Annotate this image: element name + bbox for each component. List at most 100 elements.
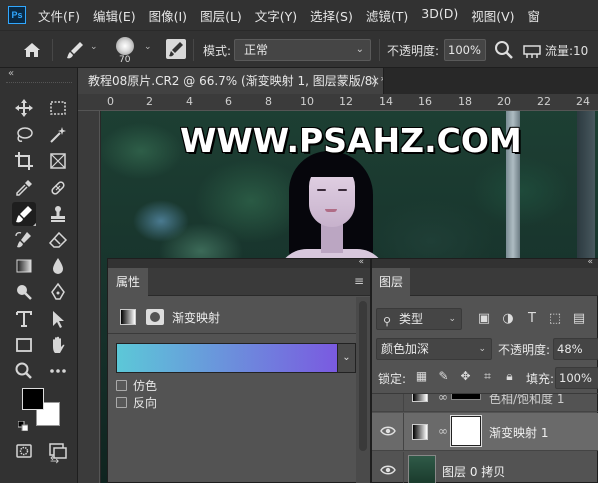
menu-layer[interactable]: 图层(L) — [200, 6, 242, 25]
scrollbar-thumb[interactable] — [359, 301, 367, 451]
pressure-opacity-icon[interactable] — [494, 40, 514, 60]
menu-view[interactable]: 视图(V) — [471, 6, 514, 25]
quick-mask-icon[interactable] — [12, 439, 36, 463]
lasso-tool-icon[interactable] — [12, 123, 36, 147]
layer-mask-thumbnail[interactable] — [451, 394, 481, 400]
history-brush-tool-icon[interactable] — [12, 228, 36, 252]
toolbar-grip[interactable] — [6, 82, 72, 86]
layer-visibility-cell[interactable] — [372, 452, 404, 483]
collapse-panel-icon[interactable]: « — [358, 257, 364, 267]
brush-tool-preset-icon[interactable] — [64, 40, 86, 60]
layer-blend-mode-value: 颜色加深 — [381, 342, 430, 356]
more-tools-icon[interactable] — [46, 359, 70, 383]
move-tool-icon[interactable] — [12, 96, 36, 120]
layer-name[interactable]: 图层 0 拷贝 — [442, 463, 505, 480]
default-colors-icon[interactable] — [17, 420, 29, 432]
properties-scrollbar[interactable] — [356, 297, 370, 483]
menu-3d[interactable]: 3D(D) — [421, 6, 458, 25]
fill-input[interactable]: 100% — [555, 367, 598, 389]
layer-row[interactable]: ∞ 色相/饱和度 1 — [372, 394, 598, 412]
layer-mask-icon[interactable] — [146, 309, 164, 325]
lock-image-icon[interactable]: ✎ — [436, 369, 451, 384]
menu-file[interactable]: 文件(F) — [38, 6, 80, 25]
gradient-picker[interactable] — [116, 343, 338, 373]
link-icon[interactable]: ∞ — [438, 394, 448, 404]
tab-layers[interactable]: 图层 — [372, 268, 410, 296]
panel-menu-icon[interactable]: ≡ — [354, 274, 364, 288]
layer-opacity-input[interactable]: 48% — [553, 338, 598, 360]
lock-transparent-icon[interactable]: ▦ — [414, 369, 429, 384]
brush-tool-icon[interactable] — [12, 202, 36, 226]
lock-all-icon[interactable]: 🔒︎ — [502, 369, 517, 384]
tab-properties[interactable]: 属性 — [108, 268, 148, 296]
eye-icon[interactable] — [380, 464, 396, 476]
menu-image[interactable]: 图像(I) — [149, 6, 187, 25]
layer-name[interactable]: 色相/饱和度 1 — [489, 394, 565, 407]
layer-blend-mode-select[interactable]: 颜色加深 ⌄ — [376, 338, 492, 360]
opacity-input[interactable]: 100% — [444, 39, 486, 61]
dither-checkbox[interactable] — [116, 380, 127, 391]
magic-wand-tool-icon[interactable] — [46, 123, 70, 147]
lock-label: 锁定: — [378, 372, 407, 386]
filter-adjustment-icon[interactable]: ◑ — [500, 311, 516, 327]
clone-stamp-tool-icon[interactable] — [46, 202, 70, 226]
lock-artboard-icon[interactable]: ⌗ — [480, 369, 495, 384]
filter-shape-icon[interactable]: ⬚ — [547, 311, 563, 327]
menu-edit[interactable]: 编辑(E) — [93, 6, 136, 25]
layer-visibility-cell[interactable] — [372, 413, 404, 451]
brush-preset-dropdown-icon[interactable]: ⌄ — [90, 42, 98, 52]
layer-name[interactable]: 渐变映射 1 — [489, 424, 548, 441]
blend-mode-select[interactable]: 正常 ⌄ — [234, 39, 371, 61]
home-icon[interactable] — [20, 39, 44, 61]
layer-thumbnail[interactable] — [408, 455, 436, 483]
dodge-tool-icon[interactable] — [12, 280, 36, 304]
blur-tool-icon[interactable] — [46, 254, 70, 278]
menu-type[interactable]: 文字(Y) — [255, 6, 297, 25]
marquee-tool-icon[interactable] — [46, 96, 70, 120]
type-tool-icon[interactable] — [12, 307, 36, 331]
eyedropper-tool-icon[interactable] — [12, 176, 36, 200]
pen-tool-icon[interactable] — [46, 280, 70, 304]
filter-smart-object-icon[interactable]: ▤ — [571, 311, 587, 327]
chevron-down-icon[interactable]: ⌄ — [338, 343, 356, 373]
layer-opacity-label: 不透明度: — [498, 343, 551, 357]
menu-filter[interactable]: 滤镜(T) — [366, 6, 408, 25]
frame-tool-icon[interactable] — [46, 149, 70, 173]
brush-settings-panel-icon[interactable] — [166, 39, 186, 59]
healing-brush-tool-icon[interactable] — [46, 176, 70, 200]
filter-type-icon[interactable]: T — [524, 311, 540, 327]
close-document-icon[interactable]: × — [370, 74, 380, 88]
layer-row[interactable]: ∞ 渐变映射 1 — [372, 413, 598, 451]
crop-tool-icon[interactable] — [12, 149, 36, 173]
eye-icon[interactable] — [380, 425, 396, 437]
collapse-panel-icon[interactable]: « — [587, 257, 593, 267]
layer-visibility-cell[interactable] — [372, 394, 404, 411]
screen-mode-icon[interactable] — [46, 439, 70, 463]
foreground-color-swatch[interactable] — [22, 388, 44, 410]
brush-size-preview[interactable] — [116, 37, 134, 55]
ruler-label: 22 — [537, 95, 551, 108]
reverse-option[interactable]: 反向 — [116, 394, 157, 411]
hand-tool-icon[interactable] — [46, 333, 70, 357]
reverse-checkbox[interactable] — [116, 397, 127, 408]
rectangle-tool-icon[interactable] — [12, 333, 36, 357]
menu-select[interactable]: 选择(S) — [310, 6, 353, 25]
eraser-tool-icon[interactable] — [46, 228, 70, 252]
brush-size-dropdown-icon[interactable]: ⌄ — [144, 42, 152, 52]
collapse-toolbar-icon[interactable]: « — [8, 68, 14, 79]
ruler-label: 10 — [300, 95, 314, 108]
dither-option[interactable]: 仿色 — [116, 377, 157, 394]
document-tab[interactable]: 教程08原片.CR2 @ 66.7% (渐变映射 1, 图层蒙版/8) * — [78, 68, 384, 94]
gradient-tool-icon[interactable] — [12, 254, 36, 278]
filter-pixel-icon[interactable]: ▣ — [476, 311, 492, 327]
lock-position-icon[interactable]: ✥ — [458, 369, 473, 384]
menu-window[interactable]: 窗 — [528, 6, 541, 25]
gradient-map-adjustment-icon[interactable] — [120, 309, 136, 325]
layer-filter-select[interactable]: ⚲ 类型 ⌄ — [376, 308, 462, 330]
link-icon[interactable]: ∞ — [438, 424, 448, 438]
zoom-tool-icon[interactable] — [12, 359, 36, 383]
layer-row[interactable]: 图层 0 拷贝 — [372, 452, 598, 483]
path-selection-tool-icon[interactable] — [46, 307, 70, 331]
airbrush-icon[interactable] — [522, 40, 542, 60]
layer-mask-thumbnail[interactable] — [450, 415, 482, 447]
